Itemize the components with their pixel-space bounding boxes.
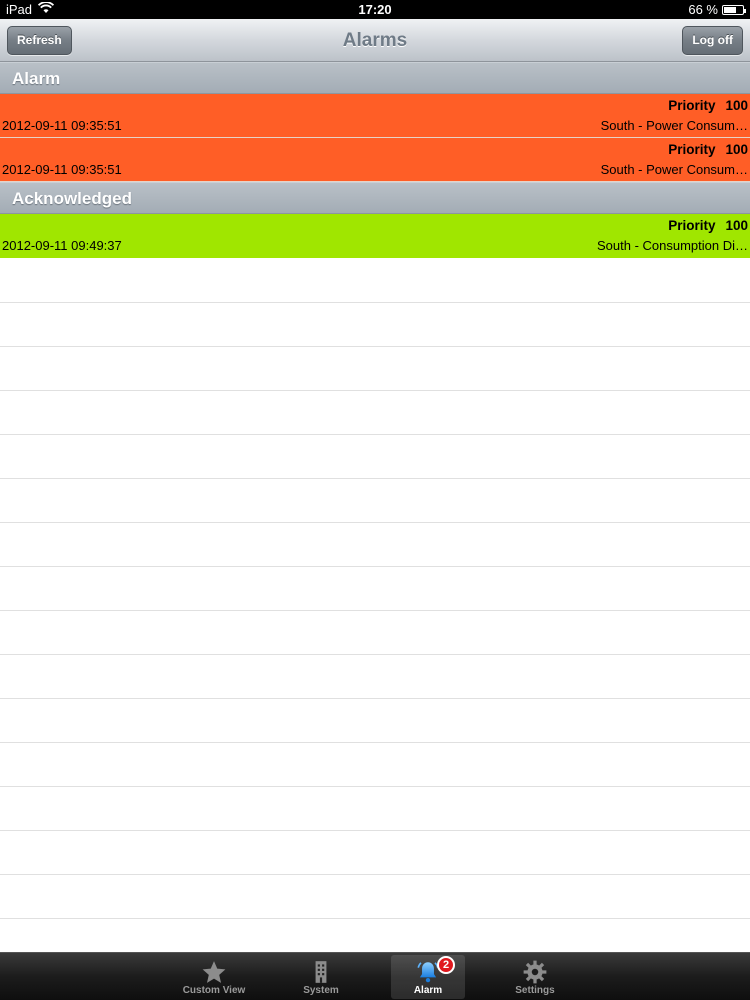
priority: Priority 100 [668,218,748,233]
priority-value: 100 [725,98,748,113]
alarm-row[interactable]: Priority 100 2012-09-11 09:49:37 South -… [0,214,750,258]
tab-alarm[interactable]: 2 Alarm [391,955,465,999]
alarm-count-badge: 2 [437,956,456,974]
gear-icon [498,955,572,985]
alarm-description: South - Power Consum… [600,118,748,133]
tab-label: Alarm [413,985,443,996]
device-name: iPad [6,2,33,17]
section-header-acknowledged: Acknowledged [0,182,750,214]
tab-settings[interactable]: Settings [498,955,572,999]
battery-percent: 66 % [688,2,718,17]
tab-custom-view[interactable]: Custom View [177,955,251,999]
priority-label: Priority [668,142,716,157]
battery-icon [722,4,746,15]
priority-value: 100 [725,218,748,233]
tab-system[interactable]: System [284,955,358,999]
alarm-row[interactable]: Priority 100 2012-09-11 09:35:51 South -… [0,138,750,182]
priority-label: Priority [668,218,716,233]
alarm-timestamp: 2012-09-11 09:35:51 [2,118,122,133]
bell-icon [391,955,465,985]
status-bar: iPad 17:20 66 % [0,0,750,19]
tab-label: Settings [515,985,555,996]
navigation-bar: Alarms Refresh Log off [0,19,750,62]
section-header-alarm: Alarm [0,62,750,94]
building-icon [284,955,358,985]
refresh-button[interactable]: Refresh [7,26,72,55]
tab-label: Custom View [182,985,246,996]
wifi-icon [37,1,55,17]
clock: 17:20 [358,2,392,17]
page-title: Alarms [342,30,408,51]
star-icon [177,955,251,985]
priority: Priority 100 [668,142,748,157]
priority-label: Priority [668,98,716,113]
alarm-row[interactable]: Priority 100 2012-09-11 09:35:51 South -… [0,94,750,138]
tab-bar: Custom View System 2 Alarm Settings [0,952,750,1000]
alarm-description: South - Consumption Di… [596,238,748,253]
log-off-button[interactable]: Log off [682,26,743,55]
tab-label: System [303,985,339,996]
alarm-list[interactable]: Alarm Priority 100 2012-09-11 09:35:51 S… [0,62,750,952]
alarm-timestamp: 2012-09-11 09:35:51 [2,162,122,177]
alarm-description: South - Power Consum… [600,162,748,177]
alarm-timestamp: 2012-09-11 09:49:37 [2,238,122,253]
priority-value: 100 [725,142,748,157]
priority: Priority 100 [668,98,748,113]
